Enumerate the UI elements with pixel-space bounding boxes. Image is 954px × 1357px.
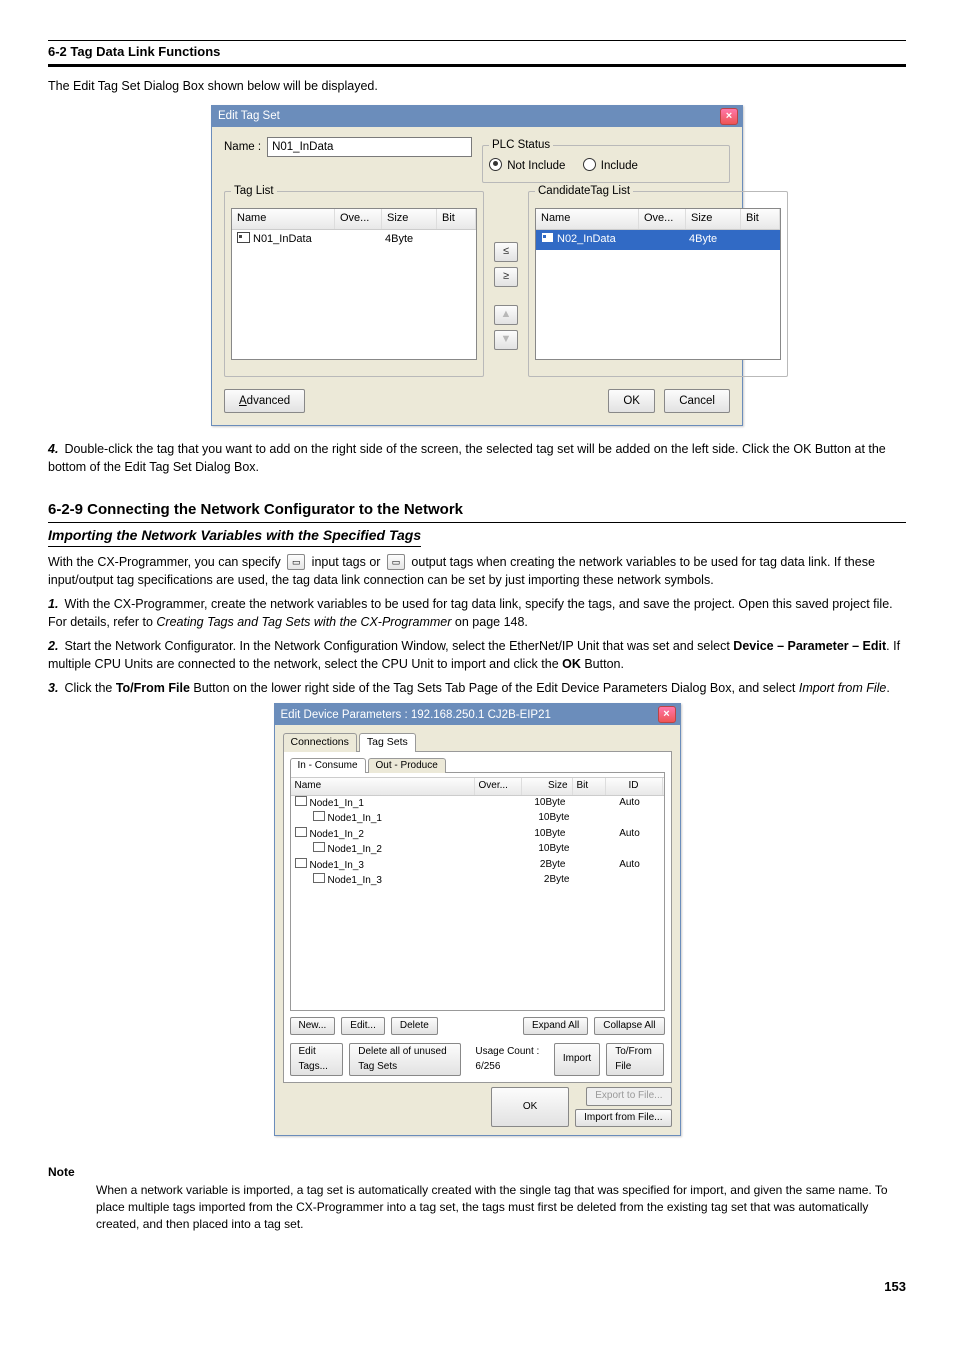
move-down-button[interactable]: ▼ [494, 330, 518, 350]
note-block: Note When a network variable is imported… [48, 1164, 906, 1234]
para-3: 2.Start the Network Configurator. In the… [48, 637, 906, 673]
collapse-all-button[interactable]: Collapse All [594, 1017, 664, 1036]
caption-1: The Edit Tag Set Dialog Box shown below … [48, 77, 906, 95]
table-row[interactable]: Node1_In_32ByteAuto [291, 858, 664, 874]
move-up-button[interactable]: ▲ [494, 305, 518, 325]
edit-tag-set-dialog: Edit Tag Set × Name : PLC Status Not I [211, 105, 743, 426]
new-button[interactable]: New... [290, 1017, 336, 1036]
tagset-grid[interactable]: Name Over... Size Bit ID Node1_In_110Byt… [291, 777, 664, 1006]
list-item[interactable]: N01_InData 4Byte [232, 230, 476, 250]
step-4: 4.Double-click the tag that you want to … [48, 440, 906, 476]
include-radio[interactable] [583, 158, 596, 171]
col-size: Size [522, 778, 573, 795]
table-row[interactable]: Node1_In_210Byte [291, 842, 664, 858]
tag-icon [313, 873, 325, 883]
col-size: Size [382, 209, 437, 229]
dialog-titlebar: Edit Tag Set × [212, 106, 742, 127]
tag-list[interactable]: Name Ove... Size Bit N01_InData 4Byte [231, 208, 477, 360]
para-1: With the CX-Programmer, you can specify … [48, 553, 906, 589]
move-left-button[interactable]: ≤ [494, 242, 518, 262]
tagset-icon [295, 827, 307, 837]
delete-unused-button[interactable]: Delete all of unused Tag Sets [349, 1043, 461, 1076]
table-row[interactable]: Node1_In_110ByteAuto [291, 796, 664, 812]
dialog-title: Edit Tag Set [218, 108, 280, 125]
tab-connections[interactable]: Connections [283, 733, 357, 751]
out-icon: ▭ [387, 554, 405, 570]
tag-icon [313, 842, 325, 852]
export-to-file-button[interactable]: Export to File... [586, 1087, 671, 1106]
col-ove: Ove... [335, 209, 382, 229]
name-input[interactable] [267, 137, 472, 157]
candidate-list-group: CandidateTag List Name Ove... Size Bit N… [528, 183, 788, 377]
plc-status-group: PLC Status Not Include Include [482, 137, 730, 183]
col-ove: Ove... [639, 209, 686, 229]
cancel-button[interactable]: Cancel [664, 389, 730, 413]
tag-list-legend: Tag List [231, 183, 277, 200]
name-label: Name : [224, 139, 261, 156]
col-bit: Bit [437, 209, 476, 229]
step-num: 4. [48, 442, 58, 456]
candidate-list-legend: CandidateTag List [535, 183, 633, 200]
section-title: 6-2-9 Connecting the Network Configurato… [48, 499, 906, 524]
subtab-in[interactable]: In - Consume [290, 758, 366, 774]
table-row[interactable]: Node1_In_210ByteAuto [291, 827, 664, 843]
ok-button[interactable]: OK [491, 1087, 569, 1127]
dialog-title: Edit Device Parameters : 192.168.250.1 C… [281, 707, 551, 724]
tag-icon [541, 232, 554, 243]
page-number: 153 [48, 1278, 906, 1297]
col-name: Name [536, 209, 639, 229]
not-include-label: Not Include [507, 160, 565, 172]
close-icon[interactable]: × [658, 706, 676, 723]
note-label: Note [48, 1165, 75, 1179]
tagset-icon [295, 858, 307, 868]
col-over: Over... [475, 778, 522, 795]
usage-count: Usage Count : 6/256 [475, 1045, 541, 1074]
tab-tagsets[interactable]: Tag Sets [359, 733, 416, 751]
tagset-icon [295, 796, 307, 806]
col-id: ID [606, 778, 663, 795]
list-item[interactable]: N02_InData 4Byte [536, 230, 780, 250]
tag-list-group: Tag List Name Ove... Size Bit N01_InData [224, 183, 484, 377]
expand-all-button[interactable]: Expand All [523, 1017, 588, 1036]
dialog-titlebar: Edit Device Parameters : 192.168.250.1 C… [275, 704, 680, 725]
import-button[interactable]: Import [554, 1043, 600, 1076]
sub-section-title: Importing the Network Variables with the… [48, 525, 421, 546]
ok-button[interactable]: OK [608, 389, 655, 413]
include-label: Include [601, 160, 638, 172]
edit-device-parameters-dialog: Edit Device Parameters : 192.168.250.1 C… [274, 703, 681, 1136]
tag-icon [313, 811, 325, 821]
table-row[interactable]: Node1_In_110Byte [291, 811, 664, 827]
note-text: When a network variable is imported, a t… [96, 1182, 906, 1234]
table-row[interactable]: Node1_In_32Byte [291, 873, 664, 889]
col-bit: Bit [741, 209, 780, 229]
edit-tags-button[interactable]: Edit Tags... [290, 1043, 344, 1076]
tag-icon [237, 232, 250, 243]
candidate-tag-list[interactable]: Name Ove... Size Bit N02_InData 4Byte [535, 208, 781, 360]
delete-button[interactable]: Delete [391, 1017, 438, 1036]
page-header: 6-2 Tag Data Link Functions [48, 40, 906, 67]
close-icon[interactable]: × [720, 108, 738, 125]
col-name: Name [232, 209, 335, 229]
to-from-file-button[interactable]: To/From File [606, 1043, 664, 1076]
para-2: 1.With the CX-Programmer, create the net… [48, 595, 906, 631]
col-name: Name [291, 778, 475, 795]
advanced-button[interactable]: Advanced [224, 389, 305, 413]
in-icon: ▭ [287, 554, 305, 570]
plc-status-legend: PLC Status [489, 137, 553, 154]
not-include-radio[interactable] [489, 158, 502, 171]
subtab-out[interactable]: Out - Produce [368, 758, 446, 774]
import-from-file-button[interactable]: Import from File... [575, 1109, 671, 1128]
edit-button[interactable]: Edit... [341, 1017, 385, 1036]
step-3: 3.Click the To/From File Button on the l… [48, 679, 906, 697]
col-size: Size [686, 209, 741, 229]
col-bit: Bit [573, 778, 606, 795]
move-right-button[interactable]: ≥ [494, 267, 518, 287]
